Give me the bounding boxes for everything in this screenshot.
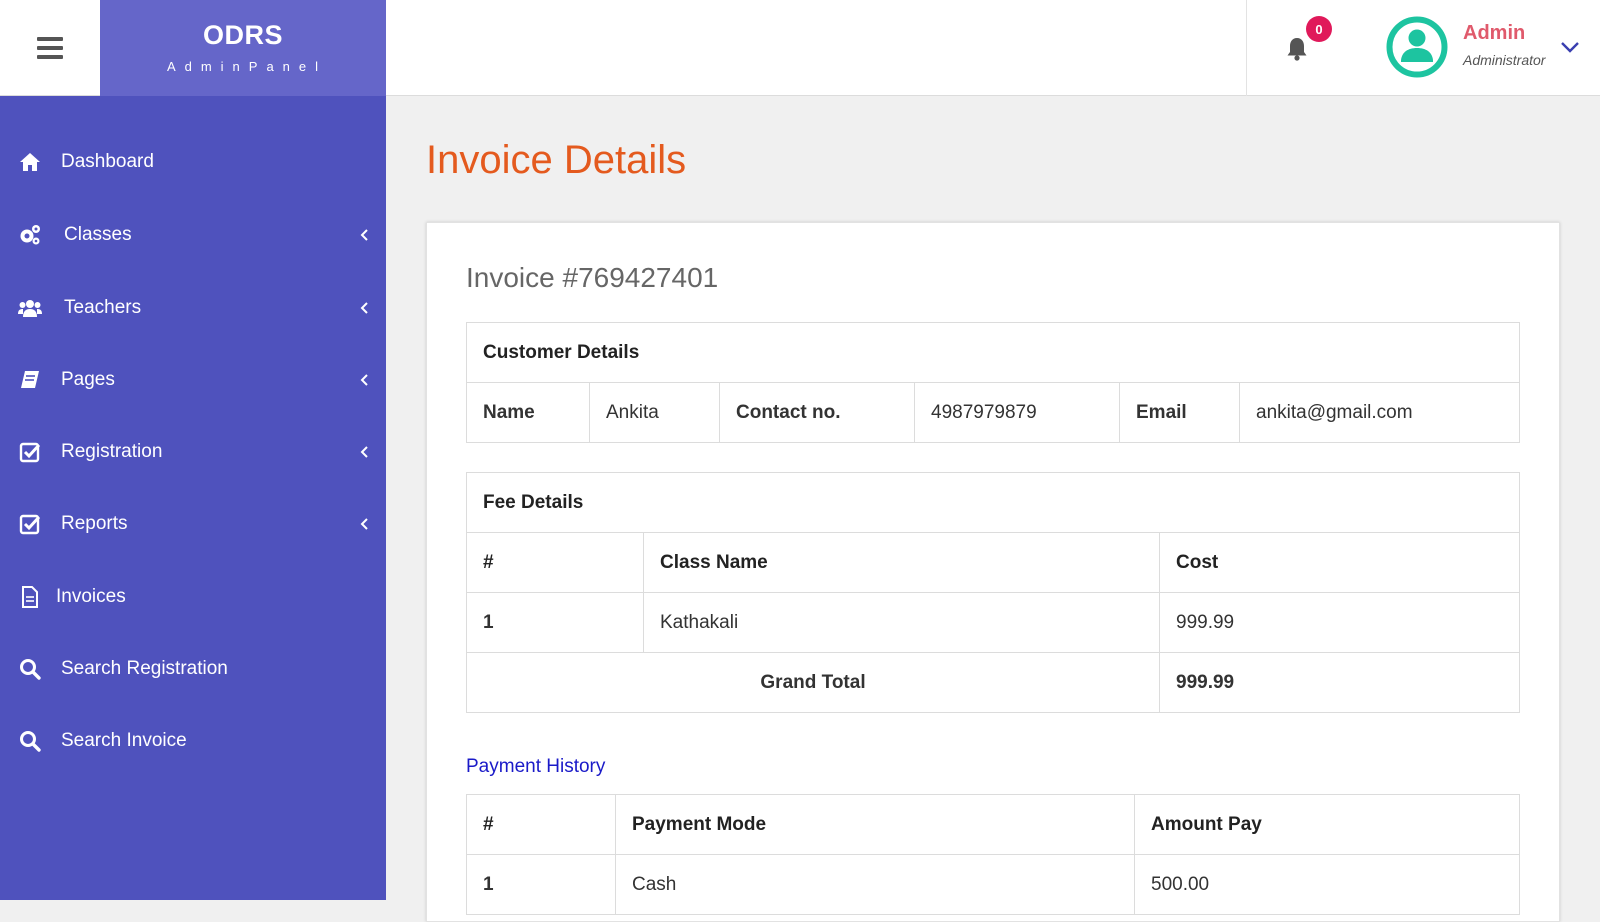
top-navbar: ODRS AdminPanel 0 Admin Administrator: [0, 0, 1600, 96]
book-icon: [21, 371, 39, 388]
file-icon: [22, 586, 38, 608]
fee-row-number: 1: [466, 592, 644, 653]
contact-value: 4987979879: [914, 382, 1120, 443]
table-row: 1 Cash 500.00: [466, 854, 1520, 915]
sidebar-item-label: Pages: [61, 369, 115, 390]
topbar-divider: [1246, 0, 1247, 96]
table-row: Grand Total 999.99: [466, 652, 1520, 713]
users-icon: [18, 300, 42, 317]
name-value: Ankita: [589, 382, 720, 443]
user-role: Administrator: [1463, 52, 1546, 68]
chevron-left-icon: [360, 229, 368, 241]
sidebar-item-reports[interactable]: Reports: [0, 494, 386, 554]
user-name[interactable]: Admin: [1463, 22, 1525, 45]
column-header-number: #: [466, 532, 644, 593]
sidebar-item-invoices[interactable]: Invoices: [0, 567, 386, 627]
table-row: 1 Kathakali 999.99: [466, 592, 1520, 653]
name-label: Name: [466, 382, 590, 443]
sidebar-item-label: Search Registration: [61, 658, 228, 679]
email-label: Email: [1119, 382, 1240, 443]
payment-row-mode: Cash: [615, 854, 1135, 915]
grand-total-label: Grand Total: [466, 652, 1160, 713]
hamburger-menu-icon: [37, 37, 63, 59]
fee-details-heading: Fee Details: [466, 472, 1520, 533]
payment-row-number: 1: [466, 854, 616, 915]
customer-details-table: Customer Details Name Ankita Contact no.…: [466, 322, 1520, 443]
brand-logo[interactable]: ODRS AdminPanel: [100, 0, 386, 96]
home-icon: [20, 153, 40, 171]
sidebar-item-label: Classes: [64, 224, 132, 245]
payment-history-table: # Payment Mode Amount Pay 1 Cash 500.00: [466, 794, 1520, 915]
column-header-amount-pay: Amount Pay: [1134, 794, 1520, 855]
sidebar-item-label: Dashboard: [61, 151, 154, 172]
sidebar-item-label: Teachers: [64, 297, 142, 318]
sidebar-item-label: Invoices: [56, 586, 126, 607]
sidebar-item-teachers[interactable]: Teachers: [0, 278, 386, 338]
bell-icon[interactable]: [1286, 37, 1308, 61]
chevron-left-icon: [360, 518, 368, 530]
sidebar-item-label: Registration: [61, 441, 163, 462]
chevron-left-icon: [360, 446, 368, 458]
sidebar-item-label: Reports: [61, 513, 128, 534]
table-row: Name Ankita Contact no. 4987979879 Email…: [466, 382, 1520, 443]
grand-total-value: 999.99: [1159, 652, 1520, 713]
column-header-payment-mode: Payment Mode: [615, 794, 1135, 855]
column-header-class-name: Class Name: [643, 532, 1160, 593]
column-header-number: #: [466, 794, 616, 855]
sidebar-item-dashboard[interactable]: Dashboard: [0, 132, 386, 192]
sidebar: Dashboard Classes Teachers Pages Registr…: [0, 96, 386, 900]
check-square-icon: [19, 514, 41, 535]
fee-row-cost: 999.99: [1159, 592, 1520, 653]
sidebar-item-registration[interactable]: Registration: [0, 422, 386, 482]
payment-history-link[interactable]: Payment History: [466, 756, 605, 778]
notification-count-badge: 0: [1306, 16, 1332, 42]
customer-details-heading: Customer Details: [466, 322, 1520, 383]
user-avatar-icon[interactable]: [1386, 16, 1448, 78]
sidebar-toggle-button[interactable]: [0, 0, 100, 96]
sidebar-item-classes[interactable]: Classes: [0, 205, 386, 265]
search-icon: [20, 731, 41, 752]
fee-details-table: Fee Details # Class Name Cost 1 Kathakal…: [466, 472, 1520, 713]
brand-subtitle: AdminPanel: [166, 59, 328, 74]
page-title: Invoice Details: [426, 138, 687, 182]
invoice-number: Invoice #769427401: [466, 262, 719, 293]
chevron-left-icon: [360, 302, 368, 314]
sidebar-item-label: Search Invoice: [61, 730, 187, 751]
payment-row-amount: 500.00: [1134, 854, 1520, 915]
fee-row-class-name: Kathakali: [643, 592, 1160, 653]
sidebar-item-search-registration[interactable]: Search Registration: [0, 639, 386, 699]
chevron-left-icon: [360, 374, 368, 386]
contact-label: Contact no.: [719, 382, 915, 443]
search-icon: [20, 659, 41, 680]
check-square-icon: [19, 442, 41, 463]
brand-name: ODRS: [202, 20, 283, 50]
sidebar-item-search-invoice[interactable]: Search Invoice: [0, 711, 386, 771]
cogs-icon: [20, 225, 40, 245]
sidebar-item-pages[interactable]: Pages: [0, 350, 386, 410]
chevron-down-icon[interactable]: [1558, 38, 1582, 56]
column-header-cost: Cost: [1159, 532, 1520, 593]
email-value: ankita@gmail.com: [1239, 382, 1520, 443]
